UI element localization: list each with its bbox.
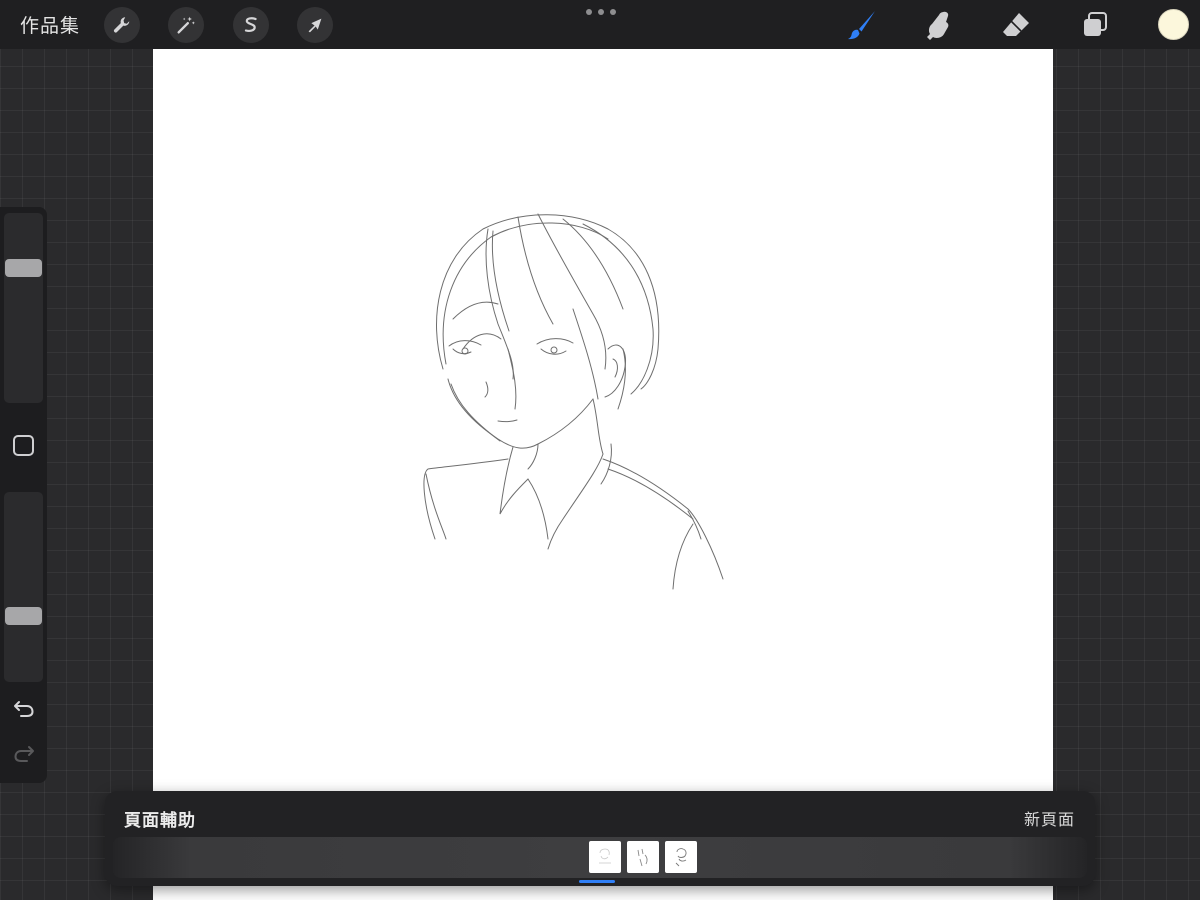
page-thumbnail-2[interactable] [627, 841, 659, 873]
transform-button[interactable] [297, 7, 333, 43]
eraser-button[interactable] [997, 6, 1035, 44]
layers-icon [1084, 12, 1107, 36]
more-options-icon[interactable] [586, 4, 616, 20]
redo-button[interactable] [12, 742, 36, 766]
opacity-slider[interactable] [4, 492, 43, 682]
redo-arrow-icon [14, 746, 34, 762]
adjustments-button[interactable] [168, 7, 204, 43]
brush-size-thumb[interactable] [5, 259, 42, 277]
smudge-button[interactable] [920, 6, 958, 44]
selection-button[interactable] [233, 7, 269, 43]
layers-button[interactable] [1076, 6, 1114, 44]
page-assist-panel: 頁面輔助 新頁面 [105, 791, 1095, 886]
smudge-finger-icon [927, 11, 949, 40]
new-page-button[interactable]: 新頁面 [1024, 806, 1075, 830]
page-thumbnail-3[interactable] [665, 841, 697, 873]
page-assist-title: 頁面輔助 [124, 811, 196, 831]
actions-wrench-button[interactable] [104, 7, 140, 43]
square-icon[interactable] [13, 435, 34, 456]
left-sidebar [0, 207, 47, 783]
page-1-preview [599, 848, 611, 864]
page-2-preview [637, 848, 648, 867]
undo-arrow-icon [14, 701, 34, 717]
active-page-indicator [579, 880, 615, 883]
wrench-icon [113, 17, 130, 33]
eraser-icon [1003, 13, 1029, 36]
selection-s-icon [244, 17, 257, 33]
arrow-cursor-icon [308, 18, 322, 33]
brush-size-slider[interactable] [4, 213, 43, 403]
page-3-preview [675, 848, 687, 867]
page-thumbnail-1[interactable] [589, 841, 621, 873]
color-picker-swatch[interactable] [1158, 9, 1189, 40]
brush-button[interactable] [843, 6, 881, 44]
magic-wand-icon [177, 16, 195, 34]
page-thumbnail-strip[interactable] [113, 837, 1087, 878]
opacity-thumb[interactable] [5, 607, 42, 625]
brush-icon [848, 11, 875, 40]
undo-button[interactable] [12, 697, 36, 721]
sketch-drawing [423, 213, 724, 590]
drawing-canvas[interactable] [153, 49, 1053, 900]
top-toolbar: 作品集 [0, 0, 1200, 49]
gallery-button[interactable]: 作品集 [20, 11, 80, 38]
